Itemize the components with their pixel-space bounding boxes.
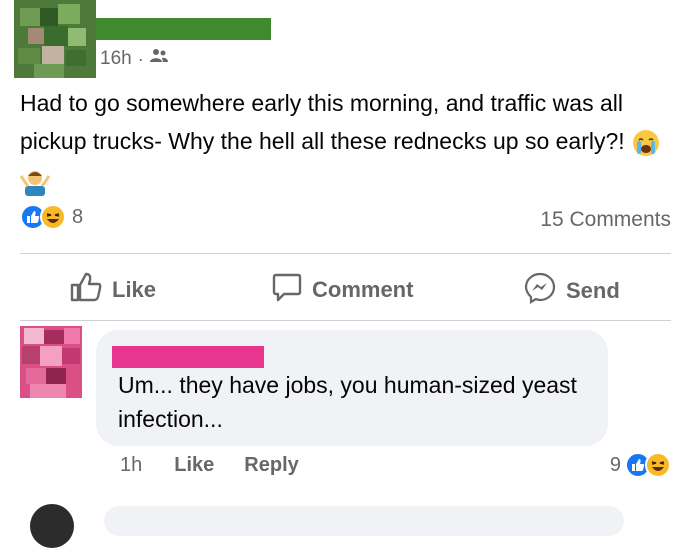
comment-meta: 1h Like Reply xyxy=(120,454,329,477)
comment-reactions-summary[interactable]: 9 xyxy=(610,452,671,478)
send-button[interactable]: Send xyxy=(524,272,620,310)
messenger-icon xyxy=(524,272,556,310)
comment-bubble-icon xyxy=(272,272,302,308)
post-meta: 16h · xyxy=(100,48,168,70)
comment-like-button[interactable]: Like xyxy=(174,454,214,477)
divider xyxy=(20,253,671,254)
comment-reply-button[interactable]: Reply xyxy=(244,454,298,477)
like-button-label: Like xyxy=(112,277,157,302)
loudly-crying-face-icon xyxy=(631,128,661,158)
post-reactions-summary[interactable]: 8 xyxy=(20,204,83,230)
comment-button[interactable]: Comment xyxy=(272,272,413,308)
comment-text: Um... they have jobs, you human-sized ye… xyxy=(118,372,577,432)
divider xyxy=(20,320,671,321)
post-body: Had to go somewhere early this morning, … xyxy=(19,84,680,198)
comments-count-link[interactable]: 15 Comments xyxy=(540,208,671,232)
thumbs-up-icon xyxy=(70,272,102,308)
post-text: Had to go somewhere early this morning, … xyxy=(20,90,625,154)
reaction-count: 8 xyxy=(72,205,84,228)
person-shrugging-icon xyxy=(19,166,51,196)
next-comment-bubble xyxy=(104,506,624,536)
next-commenter-avatar[interactable] xyxy=(30,504,74,548)
commenter-name-redacted[interactable] xyxy=(112,346,264,368)
haha-reaction-icon xyxy=(645,452,671,478)
post-author-name-redacted[interactable] xyxy=(96,18,271,40)
like-button[interactable]: Like xyxy=(70,272,156,308)
comment-button-label: Comment xyxy=(312,277,414,302)
friends-icon[interactable] xyxy=(149,48,168,70)
comment-reaction-count: 9 xyxy=(609,453,621,476)
post-time[interactable]: 16h xyxy=(100,48,132,70)
send-button-label: Send xyxy=(566,278,620,303)
post-author-avatar[interactable] xyxy=(14,0,96,78)
meta-separator: · xyxy=(137,48,144,69)
comment-time[interactable]: 1h xyxy=(120,454,142,477)
haha-reaction-icon xyxy=(40,204,66,230)
commenter-avatar[interactable] xyxy=(20,326,82,398)
